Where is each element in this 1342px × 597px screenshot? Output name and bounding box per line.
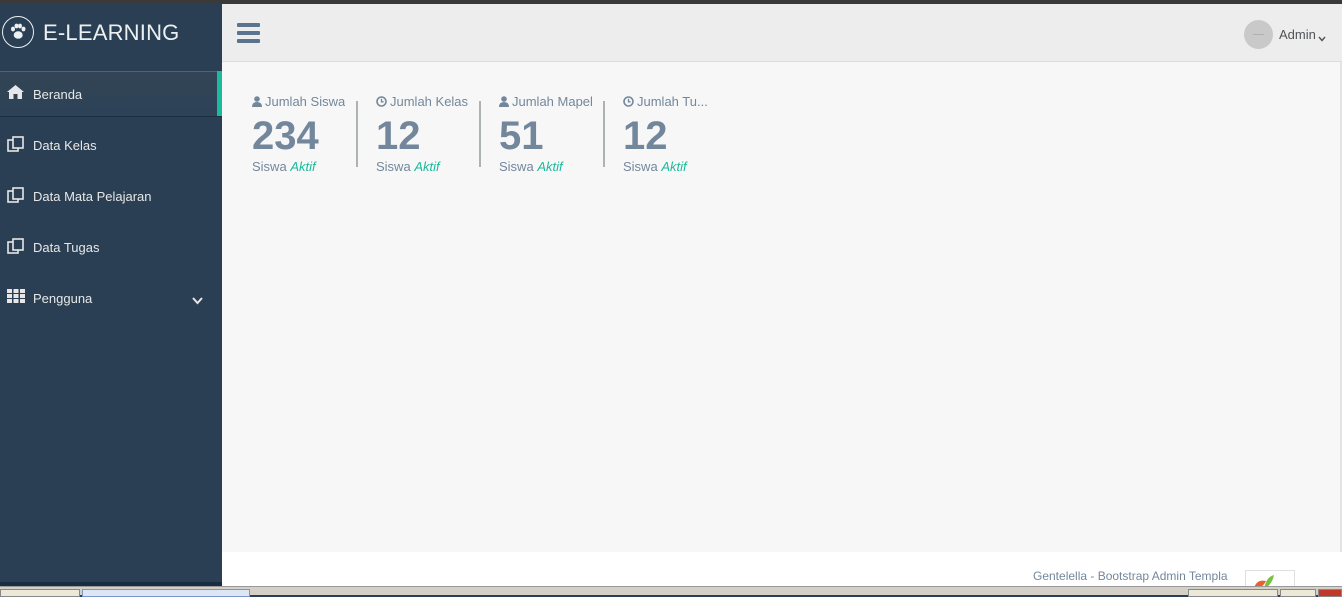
grid-icon xyxy=(7,289,25,305)
chevron-down-icon xyxy=(1318,29,1326,47)
stat-footer: Siswa Aktif xyxy=(623,159,687,174)
sidebar-item-label: Data Mata Pelajaran xyxy=(33,189,152,204)
tile-divider xyxy=(479,101,481,167)
home-icon xyxy=(7,85,25,101)
page-footer: Gentelella - Bootstrap Admin Templa xyxy=(222,552,1342,590)
taskbar-button[interactable] xyxy=(1280,589,1316,597)
avatar xyxy=(1244,20,1273,49)
stat-footer: Siswa Aktif xyxy=(252,159,316,174)
stat-count: 234 xyxy=(252,114,319,158)
sidebar-item-beranda[interactable]: Beranda xyxy=(0,71,222,116)
clone-icon xyxy=(7,136,25,152)
user-name: Admin xyxy=(1279,27,1316,42)
stat-count: 51 xyxy=(499,114,544,158)
brand[interactable]: E-LEARNING xyxy=(0,4,222,64)
taskbar-button[interactable] xyxy=(1318,589,1342,597)
stat-count: 12 xyxy=(376,114,421,158)
tile-divider xyxy=(356,101,358,167)
taskbar-button[interactable] xyxy=(0,589,80,597)
stat-footer: Siswa Aktif xyxy=(499,159,563,174)
chevron-down-icon xyxy=(192,293,203,308)
sidebar-item-label: Data Kelas xyxy=(33,138,97,153)
footer-credit[interactable]: Gentelella - Bootstrap Admin Templa xyxy=(1033,569,1228,583)
stat-title: Jumlah Siswa xyxy=(252,94,345,109)
sidebar-item-label: Data Tugas xyxy=(33,240,100,255)
clone-icon xyxy=(7,187,25,203)
stat-footer: Siswa Aktif xyxy=(376,159,440,174)
sidebar-item-data-mata-pelajaran[interactable]: Data Mata Pelajaran xyxy=(0,173,222,218)
hamburger-icon[interactable] xyxy=(237,23,260,43)
sidebar-item-label: Pengguna xyxy=(33,291,93,306)
sidebar-item-data-kelas[interactable]: Data Kelas xyxy=(0,122,222,167)
stat-tile-mapel: Jumlah Mapel 51 Siswa Aktif xyxy=(499,92,599,177)
stat-tile-siswa: Jumlah Siswa 234 Siswa Aktif xyxy=(252,92,352,177)
stat-title: Jumlah Tu... xyxy=(623,94,715,109)
stat-title: Jumlah Mapel xyxy=(499,94,593,109)
sidebar-menu: Beranda Data Kelas Data Mata Pelajaran D… xyxy=(0,71,222,326)
clone-icon xyxy=(7,238,25,254)
sidebar: E-LEARNING Beranda Data Kelas Data Mata … xyxy=(0,4,222,590)
app-title: E-LEARNING xyxy=(43,20,180,45)
clock-icon xyxy=(376,96,387,107)
main-content: Jumlah Siswa 234 Siswa Aktif Jumlah Kela… xyxy=(222,62,1342,552)
stat-tile-tugas: Jumlah Tu... 12 Siswa Aktif xyxy=(623,92,715,177)
taskbar-button[interactable] xyxy=(1188,589,1278,597)
tile-divider xyxy=(603,101,605,167)
taskbar-button[interactable] xyxy=(82,589,250,597)
sidebar-item-label: Beranda xyxy=(33,87,83,102)
sidebar-item-pengguna[interactable]: Pengguna xyxy=(0,275,222,320)
sidebar-item-data-tugas[interactable]: Data Tugas xyxy=(0,224,222,269)
user-icon xyxy=(252,96,262,107)
stat-count: 12 xyxy=(623,114,668,158)
top-navbar: Admin xyxy=(222,4,1342,62)
stat-tile-kelas: Jumlah Kelas 12 Siswa Aktif xyxy=(376,92,476,177)
user-icon xyxy=(499,96,509,107)
stat-title: Jumlah Kelas xyxy=(376,94,468,109)
clock-icon xyxy=(623,96,634,107)
paw-icon xyxy=(2,16,34,48)
